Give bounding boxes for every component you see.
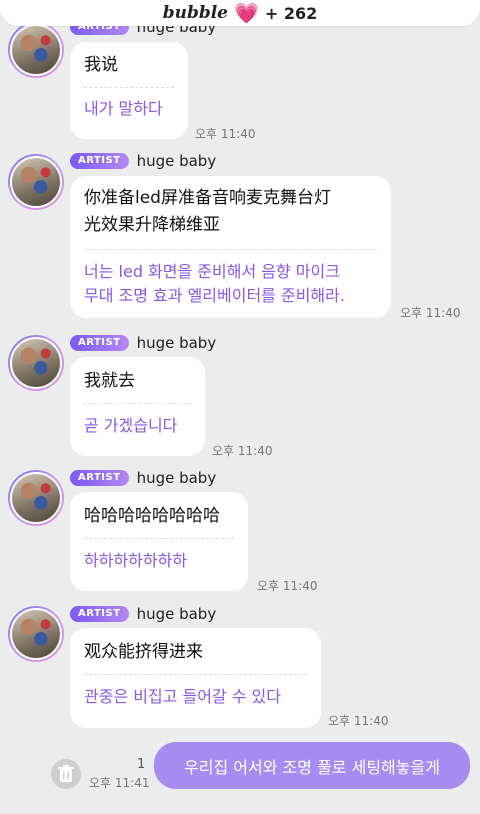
unread-count: 1 [137,757,146,772]
artist-badge: ARTIST [70,606,129,622]
timestamp: 오후 11:40 [328,714,389,728]
message-bubble[interactable]: 观众能挤得进来 관중은 비집고 들어갈 수 있다 [70,628,321,728]
original-text: 我就去 [84,371,135,391]
timestamp: 오후 11:41 [89,776,150,790]
heart-icon: 💗 [234,1,259,25]
heart-count: + 262 [264,3,318,23]
artist-badge: ARTIST [70,335,129,351]
timestamp: 오후 11:40 [212,444,273,458]
sender-name: huge baby [136,152,217,170]
trash-icon[interactable] [51,759,81,789]
message-bubble[interactable]: 我就去 곧 가겠습니다 [70,357,205,456]
sender-row: ARTIST huge baby [70,334,216,352]
translation-text: 내가 말하다 [84,99,163,118]
avatar[interactable] [8,335,64,391]
message-bubble[interactable]: 哈哈哈哈哈哈哈哈 하하하하하하하 [70,492,248,591]
sender-name: huge baby [136,469,217,487]
original-text-line: 光效果升降梯维亚 [84,215,220,235]
outgoing-message-bubble[interactable]: 우리집 어서와 조명 풀로 세팅해놓을게 [154,742,470,789]
trash-icon-glyph [58,765,74,782]
original-text-line: 你准备led屏准备音响麦克舞台灯 [84,188,331,208]
artist-badge: ARTIST [70,153,129,169]
translation-text-line: 무대 조명 효과 엘리베이터를 준비해라. [84,286,345,305]
timestamp: 오후 11:40 [195,127,256,141]
sender-name: huge baby [136,605,217,623]
translation-text-line: 너는 led 화면을 준비해서 음향 마이크 [84,262,340,281]
sender-row: ARTIST huge baby [70,469,216,487]
avatar[interactable] [8,606,64,662]
original-text: 我说 [84,55,118,75]
message-bubble[interactable]: 我说 내가 말하다 [70,42,188,139]
avatar[interactable] [8,470,64,526]
avatar[interactable] [8,22,64,78]
avatar[interactable] [8,154,64,210]
original-text: 观众能挤得进来 [84,642,203,662]
timestamp: 오후 11:40 [400,306,461,320]
translation-text: 하하하하하하하 [84,551,188,570]
original-text: 哈哈哈哈哈哈哈哈 [84,506,220,526]
message-bubble[interactable]: 你准备led屏准备音响麦克舞台灯 光效果升降梯维亚 너는 led 화면을 준비해… [70,176,391,318]
header-bar: bubble 💗 + 262 [0,0,480,26]
brand-logo: bubble [162,3,228,23]
timestamp: 오후 11:40 [257,579,318,593]
translation-text: 곧 가겠습니다 [84,416,178,435]
artist-badge: ARTIST [70,470,129,486]
translation-text: 관중은 비집고 들어갈 수 있다 [84,687,281,706]
sender-row: ARTIST huge baby [70,605,216,623]
sender-name: huge baby [136,334,217,352]
sender-row: ARTIST huge baby [70,152,216,170]
